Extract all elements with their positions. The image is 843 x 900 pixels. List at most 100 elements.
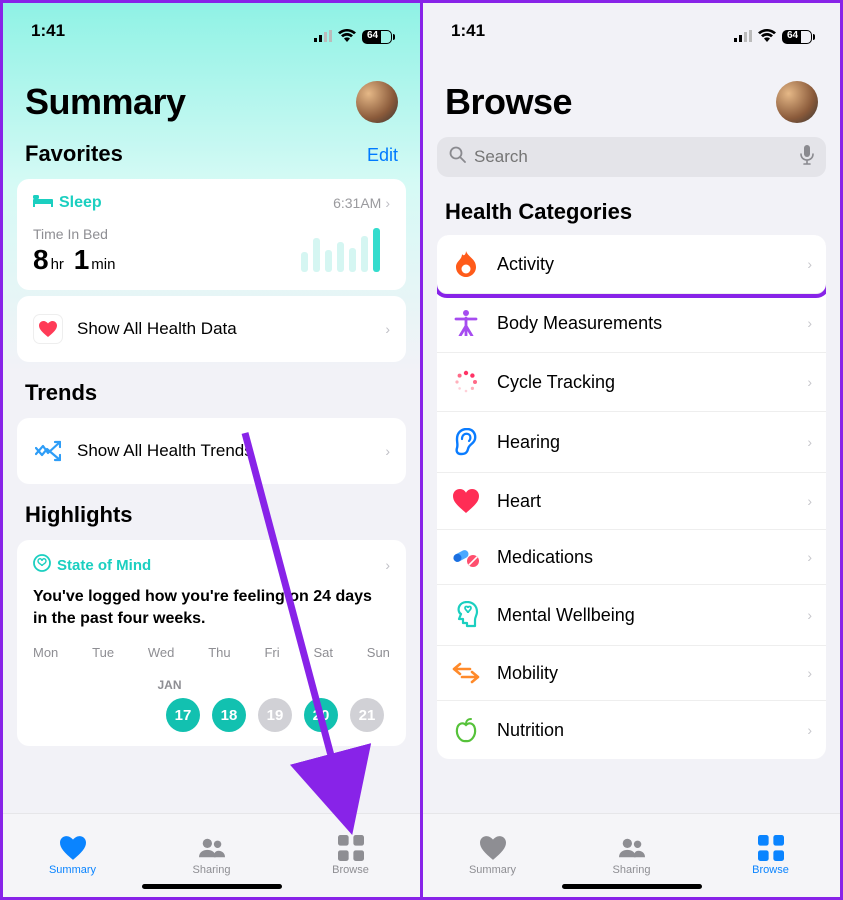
state-of-mind-card[interactable]: State of Mind › You've logged how you're… — [17, 540, 406, 746]
apple-icon — [451, 717, 481, 743]
category-label: Mobility — [497, 663, 791, 684]
tab-summary[interactable]: Summary — [423, 814, 562, 897]
tab-bar: Summary Sharing Browse — [3, 813, 420, 897]
show-all-trends[interactable]: Show All Health Trends › — [17, 418, 406, 484]
chevron-right-icon: › — [385, 195, 390, 211]
wifi-icon — [338, 27, 356, 47]
categories-list: Activity › Body Measurements › Cycle Tra… — [437, 235, 826, 759]
date-chip: 17 — [166, 698, 200, 732]
sleep-bars — [301, 228, 380, 272]
grid-icon — [338, 835, 364, 861]
category-label: Activity — [497, 254, 791, 275]
date-chip: 18 — [212, 698, 246, 732]
home-indicator — [562, 884, 702, 889]
bed-icon — [33, 193, 53, 212]
category-label: Nutrition — [497, 720, 791, 741]
trends-icon — [33, 436, 63, 466]
ear-icon — [451, 428, 481, 456]
som-label: State of Mind — [57, 557, 151, 574]
status-bar: 1:41 64 — [3, 3, 420, 53]
highlights-label: Highlights — [25, 502, 133, 528]
category-label: Medications — [497, 547, 791, 568]
status-bar: 1:41 64 — [423, 3, 840, 53]
page-title: Browse — [445, 81, 572, 123]
trends-label: Trends — [25, 380, 97, 406]
body-icon — [451, 310, 481, 336]
chevron-right-icon: › — [807, 722, 812, 738]
show-all-health-data[interactable]: Show All Health Data › — [17, 296, 406, 362]
search-icon — [449, 146, 466, 168]
favorites-label: Favorites — [25, 141, 123, 167]
chevron-right-icon: › — [807, 665, 812, 681]
edit-button[interactable]: Edit — [367, 145, 398, 166]
chevron-right-icon: › — [807, 493, 812, 509]
heart-icon — [33, 314, 63, 344]
browse-screen: 1:41 64 Browse Health Categories — [423, 3, 840, 897]
dates-row: 17 18 19 20 21 — [33, 698, 390, 732]
category-heart[interactable]: Heart › — [437, 473, 826, 530]
category-label: Body Measurements — [497, 313, 791, 334]
arrows-icon — [451, 662, 481, 684]
wifi-icon — [758, 27, 776, 47]
home-indicator — [142, 884, 282, 889]
cell-signal-icon — [314, 27, 332, 47]
chevron-right-icon: › — [807, 549, 812, 565]
date-chip: 21 — [350, 698, 384, 732]
chevron-right-icon: › — [807, 374, 812, 390]
date-chip: 19 — [258, 698, 292, 732]
category-mental-wellbeing[interactable]: Mental Wellbeing › — [437, 585, 826, 646]
cycle-icon — [451, 369, 481, 395]
category-nutrition[interactable]: Nutrition › — [437, 701, 826, 759]
sleep-timestamp: 6:31AM — [333, 195, 381, 211]
tab-summary[interactable]: Summary — [3, 814, 142, 897]
avatar[interactable] — [356, 81, 398, 123]
battery-icon: 64 — [782, 30, 812, 44]
heart-icon — [480, 835, 506, 861]
heart-icon — [60, 835, 86, 861]
summary-screen: 1:41 64 Summary Favorites Edit Sleep — [3, 3, 423, 897]
month-label: JAN — [33, 678, 390, 692]
category-hearing[interactable]: Hearing › — [437, 412, 826, 473]
sleep-label: Sleep — [59, 194, 102, 212]
pills-icon — [451, 546, 481, 568]
clock: 1:41 — [451, 21, 485, 53]
page-title: Summary — [25, 81, 186, 123]
category-label: Heart — [497, 491, 791, 512]
favorites-header: Favorites Edit — [3, 135, 420, 173]
brain-icon — [33, 554, 51, 576]
chevron-right-icon: › — [807, 434, 812, 450]
chevron-right-icon: › — [385, 443, 390, 459]
brain-head-icon — [451, 601, 481, 629]
clock: 1:41 — [31, 21, 65, 53]
category-mobility[interactable]: Mobility › — [437, 646, 826, 701]
category-label: Hearing — [497, 432, 791, 453]
heart-icon — [451, 489, 481, 513]
tab-browse[interactable]: Browse — [281, 814, 420, 897]
tab-browse[interactable]: Browse — [701, 814, 840, 897]
show-all-label: Show All Health Data — [77, 319, 371, 339]
header: Summary — [3, 53, 420, 135]
grid-icon — [758, 835, 784, 861]
tab-bar: Summary Sharing Browse — [423, 813, 840, 897]
header: Browse — [423, 53, 840, 135]
people-icon — [619, 835, 645, 861]
flame-icon — [451, 251, 481, 277]
date-chip: 20 — [304, 698, 338, 732]
chevron-right-icon: › — [385, 321, 390, 337]
avatar[interactable] — [776, 81, 818, 123]
category-medications[interactable]: Medications › — [437, 530, 826, 585]
sleep-card[interactable]: Sleep 6:31AM › Time In Bed 8hr 1min — [17, 179, 406, 290]
category-cycle-tracking[interactable]: Cycle Tracking › — [437, 353, 826, 412]
chevron-right-icon: › — [385, 557, 390, 573]
people-icon — [199, 835, 225, 861]
search-input[interactable] — [474, 147, 792, 167]
category-body-measurements[interactable]: Body Measurements › — [437, 294, 826, 353]
microphone-icon[interactable] — [800, 145, 814, 170]
highlight-text: You've logged how you're feeling on 24 d… — [33, 586, 390, 629]
trends-link-label: Show All Health Trends — [77, 441, 371, 461]
search-bar[interactable] — [437, 137, 826, 177]
category-activity[interactable]: Activity › — [437, 235, 826, 294]
chevron-right-icon: › — [807, 315, 812, 331]
chevron-right-icon: › — [807, 256, 812, 272]
chevron-right-icon: › — [807, 607, 812, 623]
